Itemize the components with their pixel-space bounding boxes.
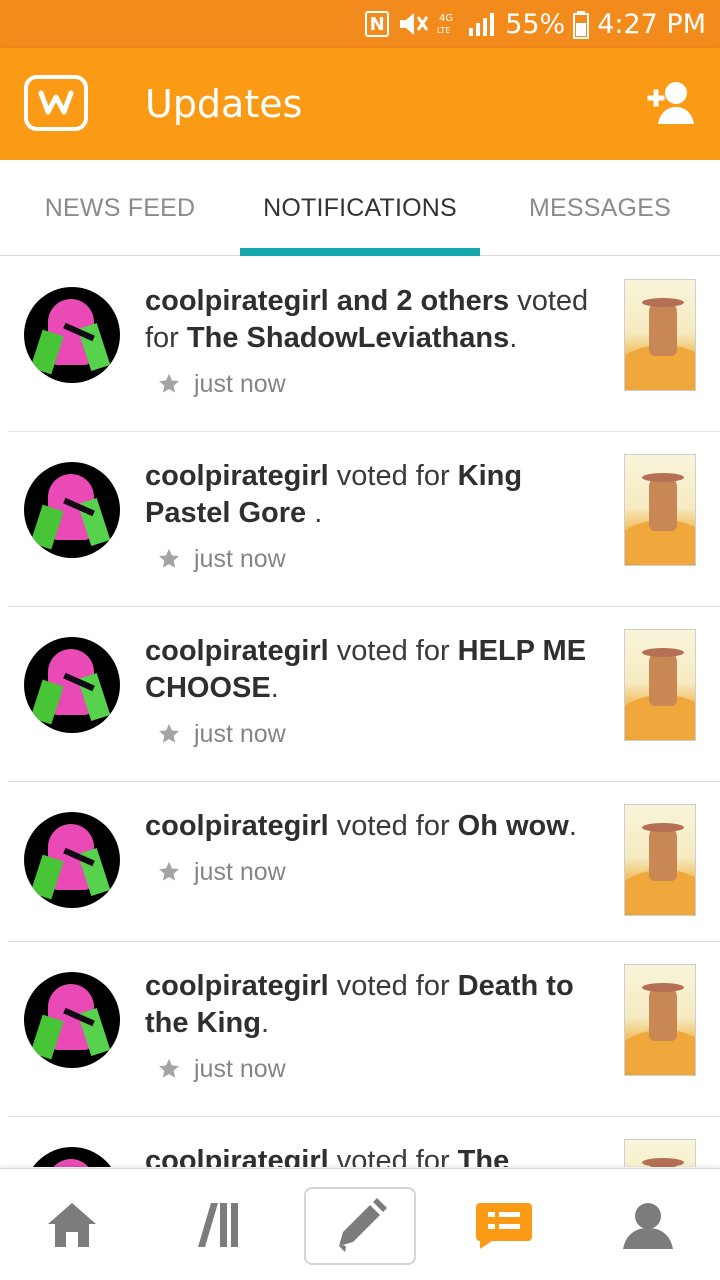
story-cover-thumbnail[interactable] (624, 804, 696, 916)
notification-time: just now (158, 856, 286, 888)
profile-button[interactable] (576, 1169, 720, 1280)
notification-time-text: just now (194, 544, 286, 573)
avatar[interactable] (24, 637, 120, 733)
tab-bar: NEWS FEED NOTIFICATIONS MESSAGES (0, 160, 720, 256)
notification-time-text: just now (194, 369, 286, 398)
list-item[interactable]: coolpirategirl voted for Oh wow. just no… (8, 782, 720, 942)
library-button[interactable] (144, 1169, 288, 1280)
home-icon (48, 1203, 96, 1247)
avatar[interactable] (24, 972, 120, 1068)
wattpad-w-logo-icon[interactable] (24, 75, 88, 131)
notification-text: coolpirategirl and 2 others voted for Th… (145, 283, 610, 357)
nfc-icon: N (365, 11, 390, 37)
lte-icon: 4G LTE (437, 10, 459, 38)
list-item[interactable]: coolpirategirl voted for The (8, 1117, 720, 1167)
tab-messages[interactable]: MESSAGES (480, 160, 720, 256)
battery-percent: 55% (505, 8, 566, 40)
story-cover-thumbnail[interactable] (624, 454, 696, 566)
notification-end: . (314, 497, 323, 529)
notification-end: . (509, 322, 518, 354)
avatar[interactable] (24, 287, 120, 383)
notification-user[interactable]: coolpirategirl and 2 others (145, 285, 509, 317)
notification-user[interactable]: coolpirategirl (145, 1145, 329, 1167)
notification-time: just now (158, 1053, 286, 1085)
write-icon (339, 1198, 387, 1252)
list-item[interactable]: coolpirategirl voted for King Pastel Gor… (8, 432, 720, 607)
add-user-icon (647, 82, 694, 124)
list-item[interactable]: coolpirategirl voted for Death to the Ki… (8, 942, 720, 1117)
mute-icon (397, 10, 429, 38)
notification-user[interactable]: coolpirategirl (145, 460, 329, 492)
avatar[interactable] (24, 462, 120, 558)
star-icon (159, 723, 179, 743)
notification-text: coolpirategirl voted for HELP ME CHOOSE. (145, 633, 610, 707)
svg-text:LTE: LTE (437, 26, 450, 35)
notification-end: . (261, 1007, 270, 1039)
star-icon (159, 1058, 179, 1078)
battery-icon (573, 10, 590, 39)
notification-time: just now (158, 718, 286, 750)
notification-story[interactable]: Oh wow (458, 810, 569, 842)
tab-news-feed[interactable]: NEWS FEED (0, 160, 240, 256)
notification-action: voted for (328, 810, 458, 842)
library-icon (198, 1203, 238, 1247)
star-icon (159, 548, 179, 568)
status-icons: N 4G LTE 55% 4:27 PM (365, 7, 706, 41)
notification-story[interactable]: The ShadowLeviathans (187, 322, 509, 354)
notification-user[interactable]: coolpirategirl (145, 810, 329, 842)
notification-user[interactable]: coolpirategirl (145, 635, 329, 667)
notification-text: coolpirategirl voted for Death to the Ki… (145, 968, 610, 1042)
notification-story[interactable]: The (458, 1145, 510, 1167)
add-user-button[interactable] (642, 80, 698, 128)
list-item[interactable]: coolpirategirl and 2 others voted for Th… (8, 257, 720, 432)
notification-action: voted for (328, 635, 458, 667)
notifications-list: coolpirategirl and 2 others voted for Th… (8, 257, 720, 1167)
notification-action: voted for (328, 970, 458, 1002)
notification-time-text: just now (194, 857, 286, 886)
notification-end: . (270, 672, 279, 704)
write-icon-container (288, 1169, 432, 1280)
star-icon (159, 861, 179, 881)
page-title: Updates (145, 82, 303, 126)
notification-time: just now (158, 368, 286, 400)
time: 4:27 PM (597, 8, 706, 40)
avatar[interactable] (24, 1147, 120, 1167)
home-button[interactable] (0, 1169, 144, 1280)
story-cover-thumbnail[interactable] (624, 1139, 696, 1167)
story-cover-thumbnail[interactable] (624, 279, 696, 391)
updates-button[interactable] (432, 1169, 576, 1280)
bottom-navigation (0, 1168, 720, 1280)
profile-icon (623, 1203, 673, 1249)
notification-end: . (568, 810, 577, 842)
svg-text:4G: 4G (439, 13, 453, 24)
signal-icon (467, 10, 497, 38)
notification-time-text: just now (194, 1054, 286, 1083)
app-bar: Updates (0, 48, 720, 160)
story-cover-thumbnail[interactable] (624, 964, 696, 1076)
notification-time: just now (158, 543, 286, 575)
list-item[interactable]: coolpirategirl voted for HELP ME CHOOSE.… (8, 607, 720, 782)
star-icon (159, 373, 179, 393)
notification-text: coolpirategirl voted for Oh wow. (145, 808, 610, 845)
notification-action: voted for (328, 460, 458, 492)
avatar[interactable] (24, 812, 120, 908)
tab-notifications[interactable]: NOTIFICATIONS (240, 160, 480, 256)
status-bar: N 4G LTE 55% 4:27 PM (0, 0, 720, 48)
notification-time-text: just now (194, 719, 286, 748)
story-cover-thumbnail[interactable] (624, 629, 696, 741)
notification-text: coolpirategirl voted for King Pastel Gor… (145, 458, 610, 532)
notification-user[interactable]: coolpirategirl (145, 970, 329, 1002)
updates-icon (476, 1203, 532, 1249)
notification-text: coolpirategirl voted for The (145, 1143, 610, 1167)
notification-action: voted for (328, 1145, 458, 1167)
